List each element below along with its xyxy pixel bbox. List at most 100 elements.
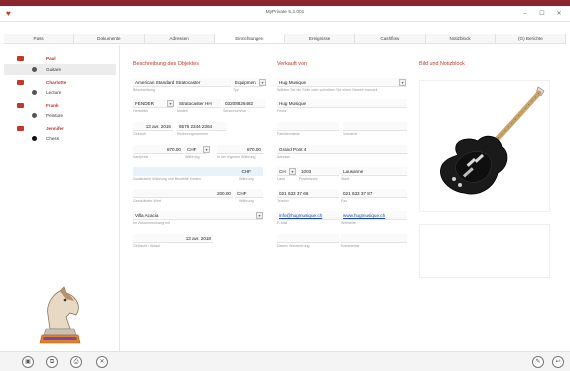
type-label: Typ [233,88,239,92]
sidebar-item-paul[interactable]: Paul [4,53,116,64]
sidebar-item-label: Frank [46,103,59,108]
purchase-date-field[interactable]: 13 avr. 2016 [133,122,173,131]
description-label: Beschreibung [133,88,155,92]
sidebar-item-peinture[interactable]: Peinture [4,110,116,121]
tab-adressen[interactable]: Adressen [145,34,215,43]
sidebar-item-label: Guitare [46,67,62,72]
minimize-icon[interactable]: – [518,8,532,20]
first-name-field[interactable] [343,122,407,131]
value-currency-label: Währung [239,199,254,203]
sidebar-item-chess[interactable]: Chess [4,133,116,144]
seller-heading: Verkauft von [277,61,307,67]
book-icon [32,90,37,95]
email-link[interactable]: info@hugmusique.ch [277,211,339,220]
first-name-label: Vorname [343,132,358,136]
warranty-label: Datum Versicherung [277,244,310,248]
company-field[interactable]: Hug Musique [277,99,407,108]
edit-icon[interactable]: ✎ [532,356,544,368]
manufacturer-label: Hersteller [133,109,149,113]
own-currency-field[interactable]: 870.00 [217,145,263,154]
seller-dropdown-icon[interactable]: ▾ [399,79,406,86]
serial-field[interactable]: 03208826482 [223,99,265,108]
delete-icon[interactable]: ✕ [96,356,108,368]
folder-icon [17,103,24,108]
guitar-photo[interactable] [419,80,550,212]
print-icon[interactable]: ⎙ [70,356,82,368]
location-label: Im Zusammenhang mit [133,221,170,225]
close-icon[interactable]: ✕ [552,8,566,20]
street-label: Adresse [277,155,291,159]
sidebar-item-lecture[interactable]: Lecture [4,87,116,98]
sidebar: Paul Guitare Charlotte Lecture Frank Pei… [4,45,120,351]
copy-icon[interactable]: ⧉ [46,356,58,368]
city-field[interactable]: Lausanne [341,167,407,176]
current-value-currency[interactable]: CHF [235,189,263,198]
comment-field[interactable] [341,234,407,243]
folder-icon [17,126,24,131]
phone-field[interactable]: 021 633 37 66 [277,189,339,198]
zip-label: Postleitzahl [299,177,318,181]
type-dropdown-icon[interactable]: ▾ [259,79,266,86]
location-select[interactable]: Villa Acacia [133,211,263,220]
zip-field[interactable]: 1003 [299,167,339,176]
tab-einrichtungen[interactable]: Einrichtungen [214,34,285,43]
tab-dokumente[interactable]: Dokumente [74,34,145,43]
email-label: E-Mail [277,221,288,225]
sold-date-label: Gelöscht / Ablauf [133,244,161,248]
own-currency-label: In der eigenen Währung [217,155,256,159]
window-title: MyPrivate 5.2.001 [265,10,305,15]
price-field[interactable]: 870.00 [133,145,183,154]
sold-date-field[interactable]: 13 avr. 2018 [133,234,213,243]
shipping-label: Zusätzliche Währung und Bezahlte Kosten [133,177,201,181]
shipping-currency-field[interactable]: CHF [133,167,263,176]
sidebar-item-label: Chess [46,136,60,141]
manufacturer-dropdown-icon[interactable]: ▾ [167,100,174,107]
family-name-field[interactable] [277,122,339,131]
guitar-icon [32,67,37,72]
warranty-date-field[interactable] [277,234,339,243]
add-icon[interactable]: ▣ [22,356,34,368]
family-name-label: Familienname [277,132,300,136]
currency-dropdown-icon[interactable]: ▾ [203,146,210,153]
sidebar-item-guitare[interactable]: Guitare [4,64,116,75]
tab-cashflow[interactable]: Cashflow [355,34,426,43]
sidebar-item-label: Charlotte [46,80,67,85]
maximize-icon[interactable]: ☐ [535,8,549,20]
comment-label: Kommentar [341,244,360,248]
current-value-label: Geschätzter Wert [133,199,161,203]
object-heading: Beschreibung des Objektes [133,61,199,67]
country-label: Land [277,177,285,181]
chess-piece-icon [32,136,37,141]
city-label: Stadt [341,177,350,181]
tab-berichte[interactable]: (G) Berichte [496,34,566,43]
sidebar-item-label: Jennifer [46,126,64,131]
tab-pass[interactable]: Pass [4,34,75,43]
description-field[interactable]: American Standard Stratocaster [133,78,231,87]
current-value-field[interactable]: 200.00 [133,189,233,198]
shipping-currency-label: Währung [239,177,254,181]
currency-label: Währung [185,155,200,159]
location-dropdown-icon[interactable]: ▾ [256,212,263,219]
back-icon[interactable]: ↩ [552,356,564,368]
website-link[interactable]: www.hugmusique.ch [341,211,407,220]
model-label: Modell [177,109,188,113]
price-label: Kaufpreis [133,155,149,159]
folder-icon [17,80,24,85]
phone-label: Telefon [277,199,289,203]
folder-icon [17,56,24,61]
street-field[interactable]: Grand Pont 4 [277,145,407,154]
tab-ereignisse[interactable]: Ereignisse [285,34,356,43]
sidebar-item-label: Peinture [46,113,64,118]
fax-field[interactable]: 021 633 37 87 [341,189,407,198]
country-dropdown-icon[interactable]: ▾ [289,168,296,175]
invoice-number-field[interactable]: 6576 2344 2364 [177,122,227,131]
tab-notizblock[interactable]: Notizblock [426,34,496,43]
sidebar-item-label: Lecture [46,90,62,95]
photo-heading: Bild und Notizblock [419,61,465,67]
seller-name-select[interactable]: Hug Musique [277,78,407,87]
notes-box[interactable] [419,224,550,278]
model-field[interactable]: Stratocaster HH [177,99,221,108]
bottom-toolbar: ▣ ⧉ ⎙ ✕ ✎ ↩ [0,351,570,371]
paint-icon [32,113,37,118]
website-label: Webseite [341,221,356,225]
